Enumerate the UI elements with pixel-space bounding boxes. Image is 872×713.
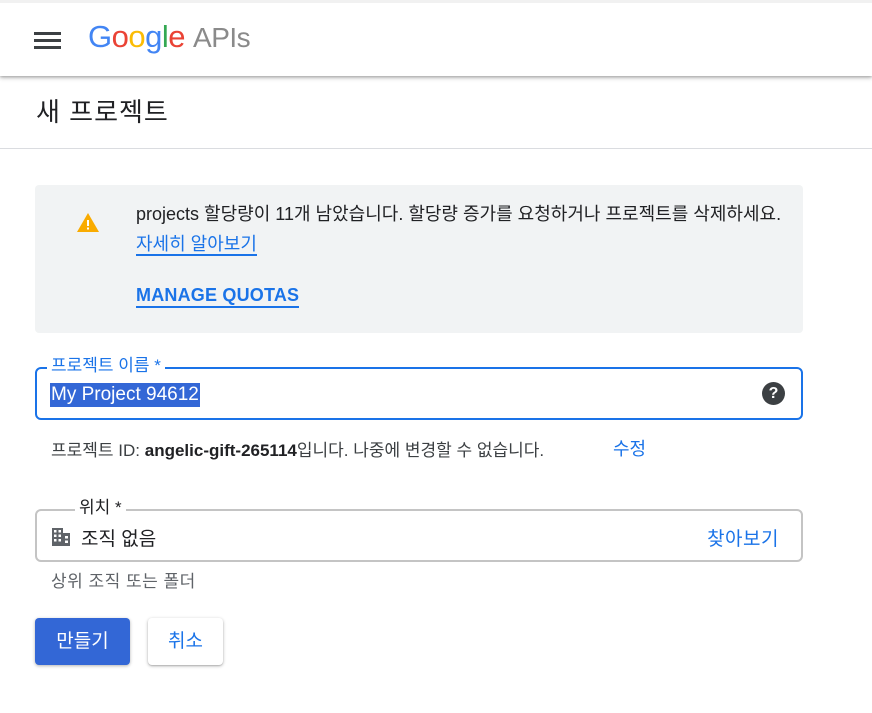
manage-quotas-link[interactable]: MANAGE QUOTAS — [136, 285, 300, 308]
page-title: 새 프로젝트 — [36, 97, 169, 127]
warning-icon — [77, 213, 99, 232]
project-name-label: 프로젝트 이름 * — [47, 356, 165, 376]
notice-text: projects 할당량이 11개 남았습니다. 할당량 증가를 요청하거나 프… — [136, 204, 782, 224]
page-title-bar: 새 프로젝트 — [0, 76, 872, 149]
notice-message: projects 할당량이 11개 남았습니다. 할당량 증가를 요청하거나 프… — [136, 199, 786, 259]
app-bar: Google APIs — [0, 0, 872, 76]
project-name-input[interactable]: My Project 94612 — [50, 383, 200, 407]
project-id-info: 프로젝트 ID: angelic-gift-265114입니다. 나중에 변경할… — [51, 436, 544, 461]
logo-suffix: APIs — [193, 22, 251, 53]
location-helper-text: 상위 조직 또는 폴더 — [51, 572, 196, 591]
quota-notice: projects 할당량이 11개 남았습니다. 할당량 증가를 요청하거나 프… — [35, 185, 803, 333]
google-apis-logo[interactable]: Google APIs — [88, 19, 251, 59]
learn-more-link[interactable]: 자세히 알아보기 — [136, 234, 257, 256]
project-name-field[interactable]: 프로젝트 이름 * My Project 94612 ? — [35, 356, 803, 420]
browse-button[interactable]: 찾아보기 — [707, 524, 779, 551]
project-id-suffix: 입니다. 나중에 변경할 수 없습니다. — [296, 441, 545, 460]
cancel-button[interactable]: 취소 — [148, 618, 223, 665]
project-id-value: angelic-gift-265114 — [144, 441, 297, 460]
project-id-prefix: 프로젝트 ID: — [51, 441, 145, 460]
building-icon — [52, 528, 70, 546]
location-field[interactable]: 위치 * 조직 없음 찾아보기 — [35, 498, 803, 562]
location-label: 위치 * — [75, 498, 126, 518]
help-icon[interactable]: ? — [762, 382, 785, 405]
hamburger-menu-icon[interactable] — [28, 25, 66, 57]
location-value: 조직 없음 — [81, 529, 157, 550]
create-button[interactable]: 만들기 — [35, 618, 130, 665]
edit-project-id-link[interactable]: 수정 — [613, 435, 646, 461]
